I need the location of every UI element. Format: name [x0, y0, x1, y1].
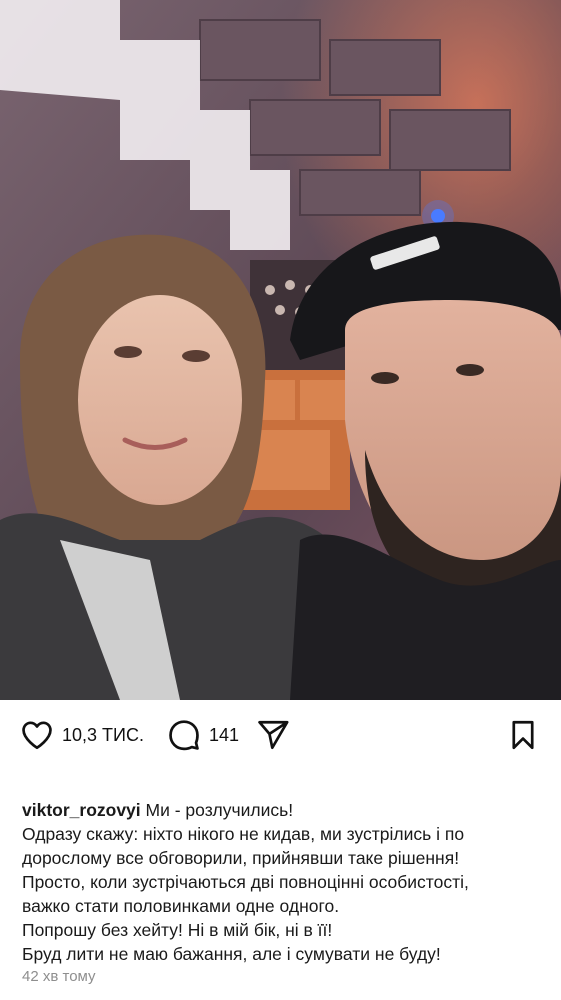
username-link[interactable]: viktor_rozovyi	[22, 800, 141, 820]
comments-count: 141	[209, 724, 240, 745]
selfie-image	[0, 0, 561, 700]
speech-bubble-icon	[167, 718, 201, 752]
caption-line: Попрошу без хейту! Ні в мій бік, ні в її…	[22, 920, 333, 940]
bookmark-icon	[506, 718, 540, 752]
caption-headline: Ми - розлучились!	[145, 800, 294, 820]
caption-line: Просто, коли зустрічаються дві повноцінн…	[22, 872, 469, 892]
likes-count: 10,3 ТИС.	[62, 724, 144, 745]
comment-button[interactable]: 141	[167, 718, 239, 752]
caption-line: Одразу скажу: ніхто нікого не кидав, ми …	[22, 824, 465, 844]
post-caption: viktor_rozovyi Ми - розлучились! Одразу …	[22, 798, 542, 966]
caption-first-line: viktor_rozovyi Ми - розлучились!	[22, 798, 542, 822]
heart-icon	[20, 718, 54, 752]
paper-plane-icon	[256, 718, 290, 752]
post-actions-bar: 10,3 ТИС. 141	[0, 700, 561, 772]
save-button[interactable]	[506, 718, 540, 752]
like-button[interactable]: 10,3 ТИС.	[20, 718, 144, 752]
caption-line: дорослому все обговорили, прийнявши таке…	[22, 848, 460, 868]
post-timestamp: 42 хв тому	[22, 968, 96, 985]
caption-line: важко стати половинками одне одного.	[22, 896, 340, 916]
caption-line: Бруд лити не маю бажання, але і сумувати…	[22, 944, 441, 964]
post-photo[interactable]	[0, 0, 561, 700]
share-button[interactable]	[256, 718, 290, 752]
